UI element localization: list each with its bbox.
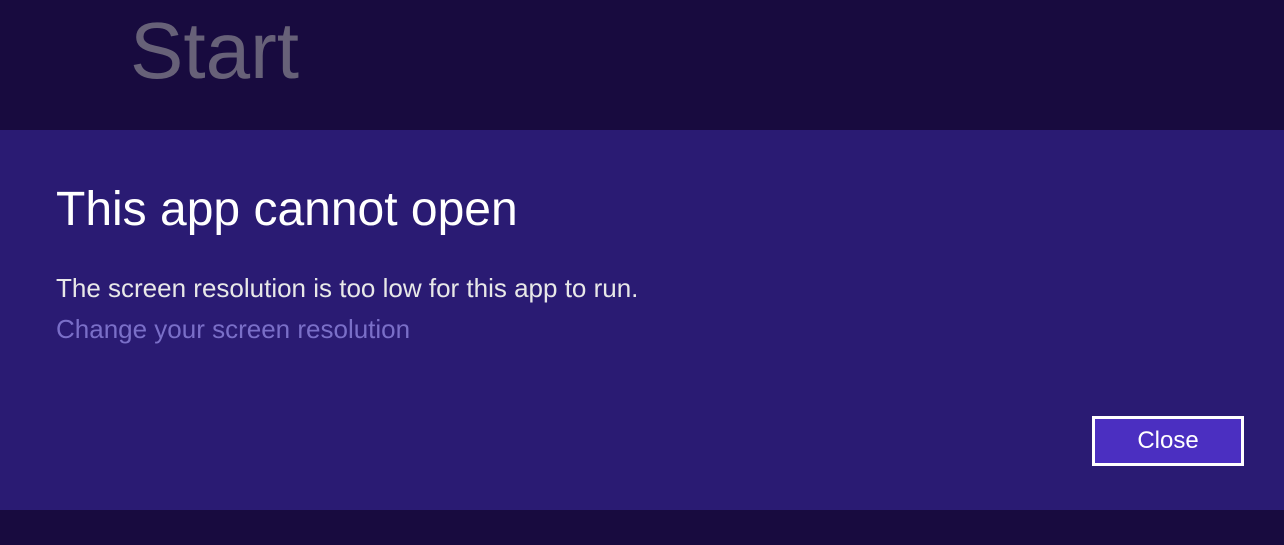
close-button[interactable]: Close <box>1092 416 1244 466</box>
start-title: Start <box>130 5 1284 97</box>
bottom-strip <box>0 510 1284 545</box>
error-dialog-panel: This app cannot open The screen resoluti… <box>0 130 1284 510</box>
start-screen-header: Start <box>0 0 1284 130</box>
change-resolution-link[interactable]: Change your screen resolution <box>56 314 410 345</box>
dialog-message: The screen resolution is too low for thi… <box>56 273 1284 304</box>
dialog-title: This app cannot open <box>56 182 1284 237</box>
